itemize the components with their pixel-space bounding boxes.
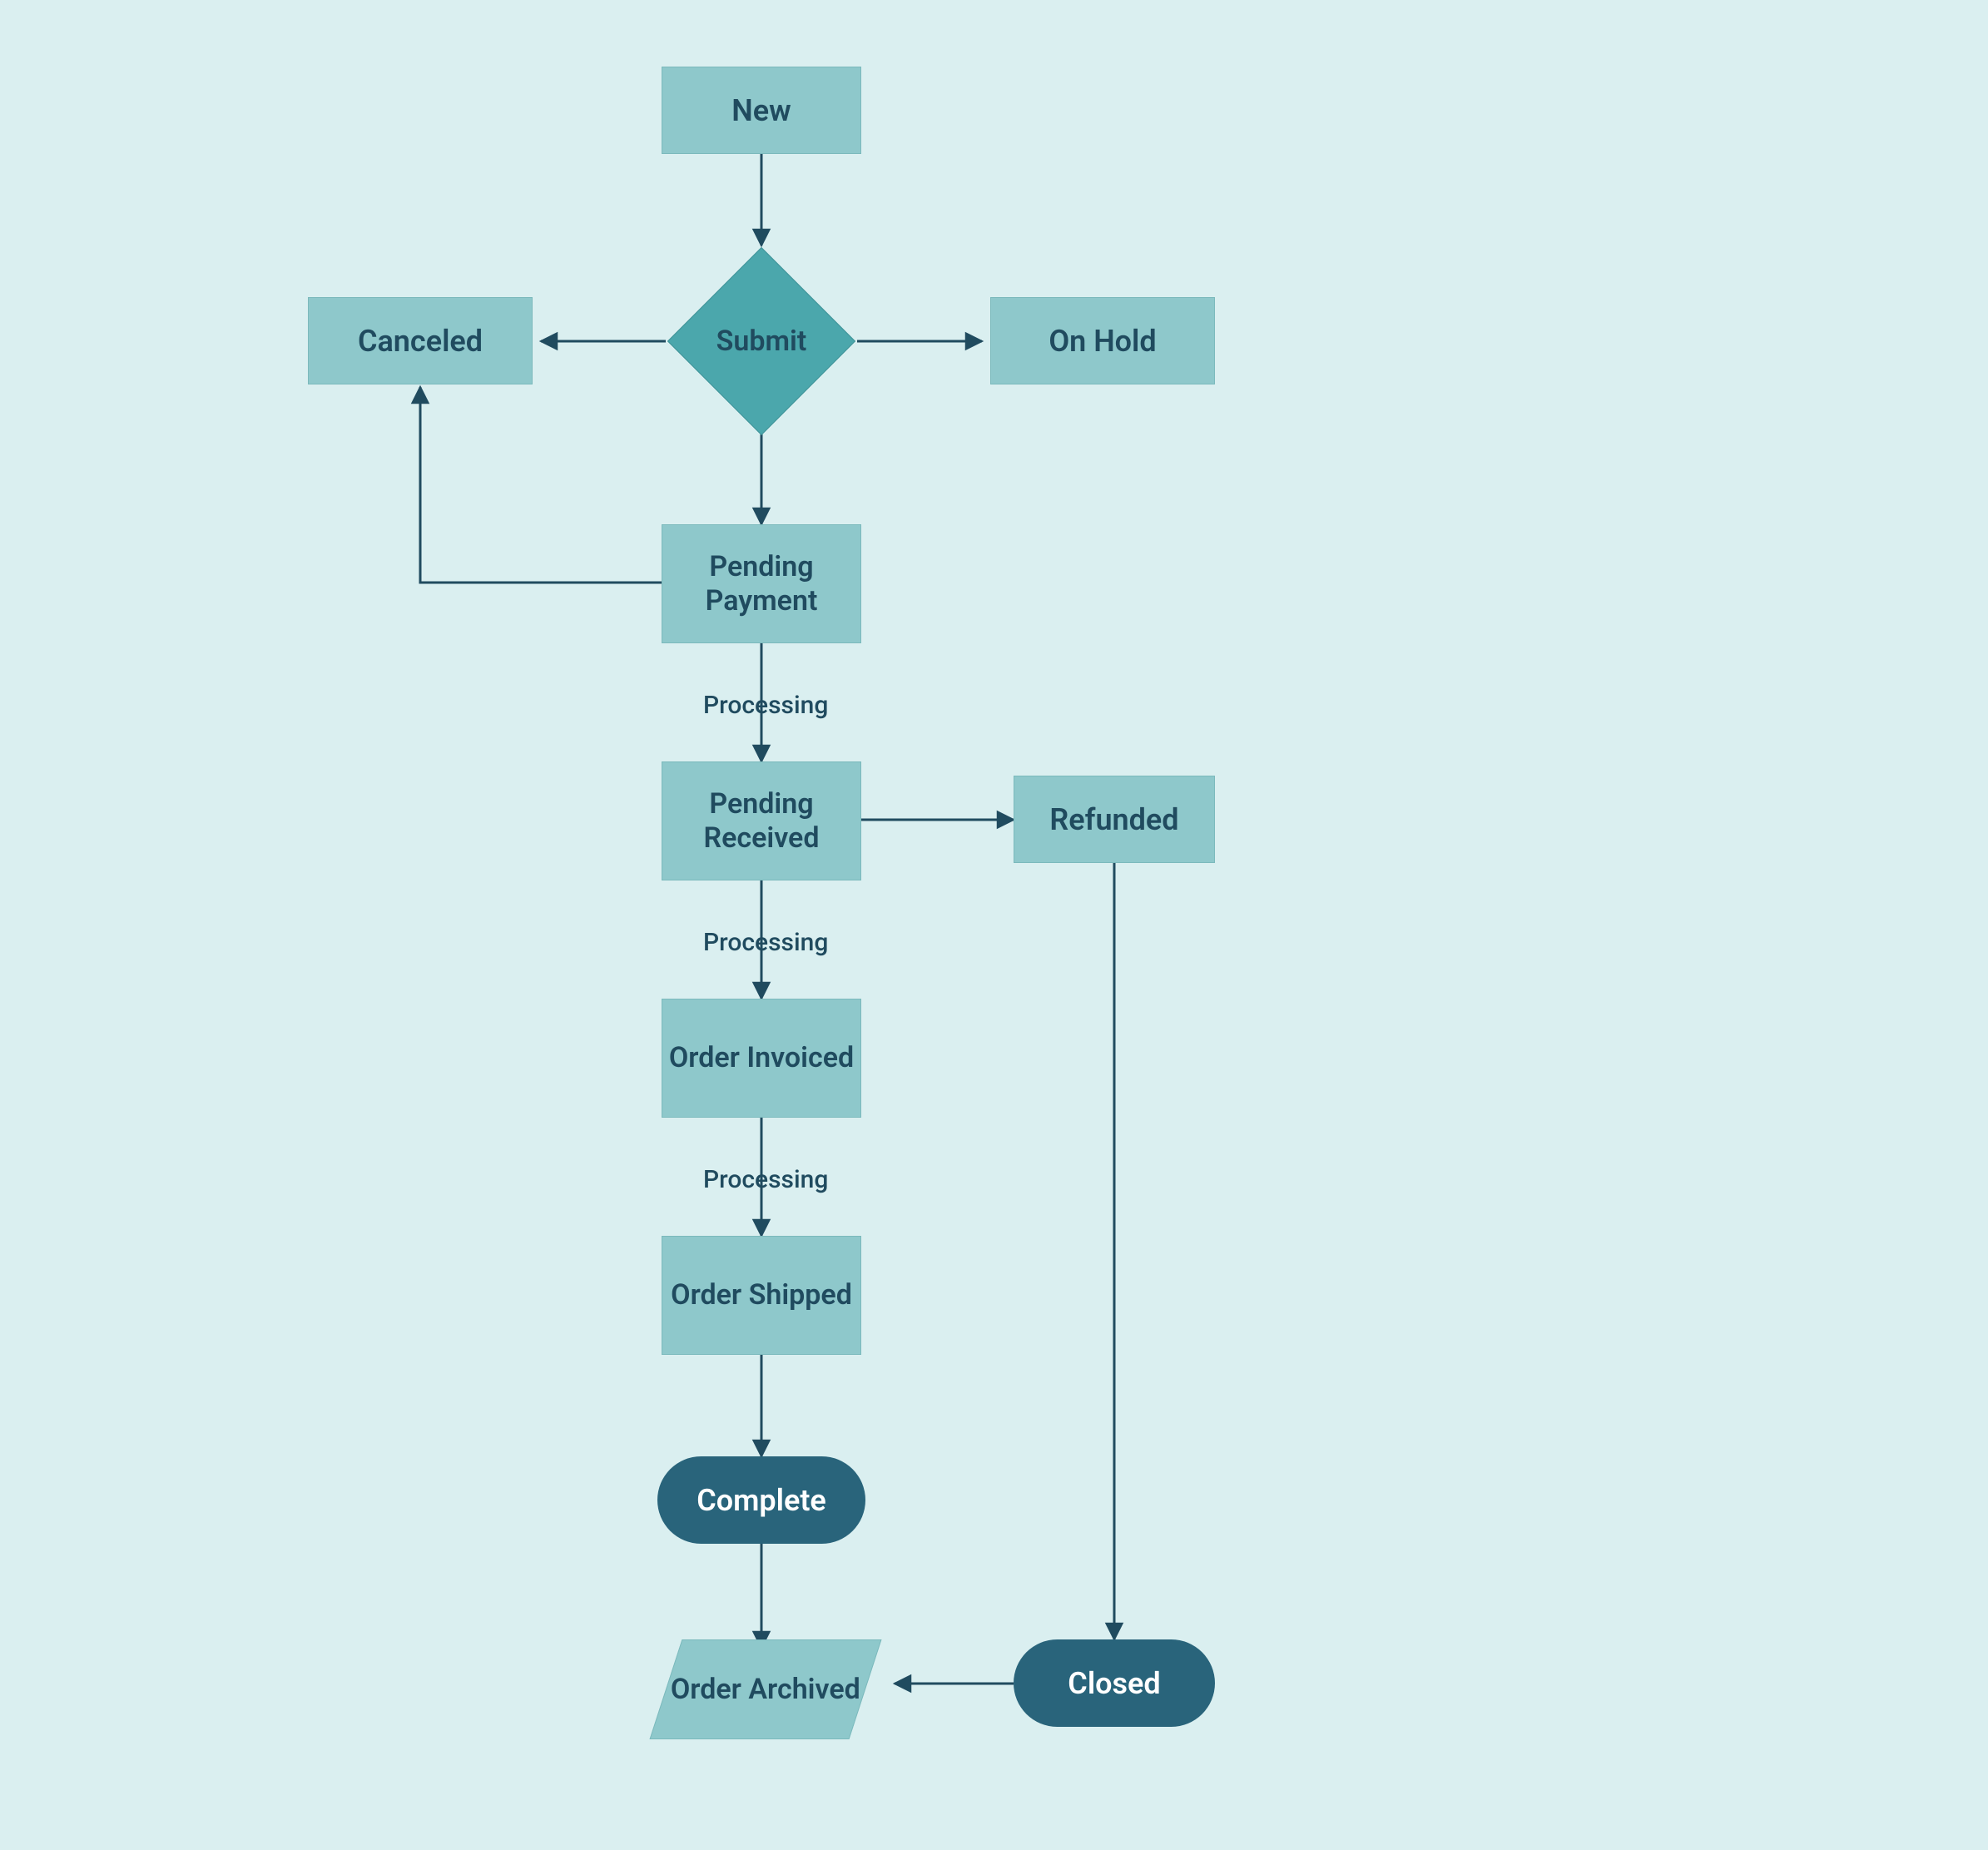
node-order-archived: Order Archived: [650, 1639, 882, 1739]
node-pending-payment: Pending Payment: [662, 524, 861, 643]
node-canceled-label: Canceled: [358, 324, 483, 359]
node-pending-received: Pending Received: [662, 761, 861, 880]
node-new-label: New: [731, 93, 791, 128]
node-complete: Complete: [657, 1456, 865, 1544]
node-refunded: Refunded: [1014, 776, 1215, 863]
node-closed-label: Closed: [1068, 1666, 1160, 1701]
node-on-hold-label: On Hold: [1049, 324, 1156, 359]
node-complete-label: Complete: [697, 1483, 826, 1518]
node-pending-payment-label: Pending Payment: [662, 550, 860, 618]
node-order-invoiced-label: Order Invoiced: [669, 1041, 854, 1075]
node-canceled: Canceled: [308, 297, 533, 384]
node-order-shipped-label: Order Shipped: [671, 1278, 852, 1312]
node-order-invoiced: Order Invoiced: [662, 999, 861, 1118]
node-order-shipped: Order Shipped: [662, 1236, 861, 1355]
edge-label-processing-1: Processing: [703, 691, 828, 720]
node-submit: Submit: [695, 275, 828, 408]
flowchart-edges: [0, 0, 1988, 1850]
node-submit-label: Submit: [716, 325, 807, 358]
edge-label-processing-2: Processing: [703, 928, 828, 957]
node-order-archived-label: Order Archived: [671, 1673, 860, 1707]
edge-label-processing-3: Processing: [703, 1165, 828, 1194]
node-refunded-label: Refunded: [1049, 802, 1178, 837]
node-pending-received-label: Pending Received: [662, 787, 860, 856]
node-closed: Closed: [1014, 1639, 1215, 1727]
node-on-hold: On Hold: [990, 297, 1215, 384]
flowchart-canvas: New Submit Canceled On Hold Pending Paym…: [0, 0, 1988, 1850]
node-new: New: [662, 67, 861, 154]
